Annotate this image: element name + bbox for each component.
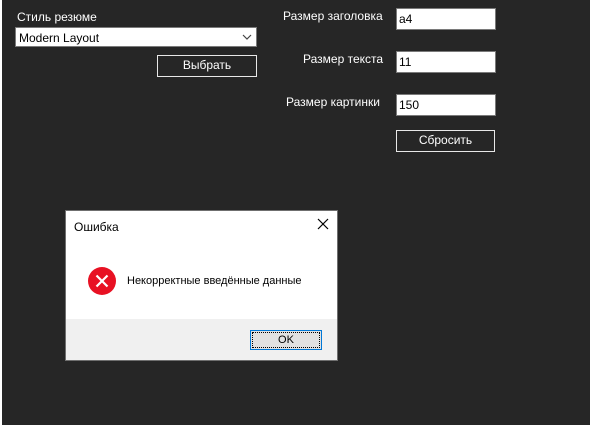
ok-button[interactable]: OK [250,330,322,350]
style-label: Стиль резюме [17,10,97,24]
choose-button[interactable]: Выбрать [157,55,257,77]
text-size-label: Размер текста [303,52,384,66]
style-dropdown-value: Modern Layout [19,31,100,45]
dialog-title: Ошибка [74,220,119,234]
image-size-input[interactable]: 150 [396,94,496,116]
error-icon [88,267,116,295]
app-window: Стиль резюме Modern Layout Выбрать Разме… [0,0,592,427]
text-size-input[interactable]: 11 [396,51,496,73]
reset-button[interactable]: Сбросить [396,130,495,152]
style-dropdown[interactable]: Modern Layout [15,27,257,47]
header-size-label: Размер заголовка [283,9,383,23]
error-message: Некорректные введённые данные [127,275,302,287]
close-icon[interactable] [317,218,329,230]
dialog-footer: OK [66,319,337,360]
chevron-down-icon [242,34,252,40]
image-size-label: Размер картинки [286,95,380,109]
header-size-input[interactable]: a4 [396,8,496,30]
error-dialog: Ошибка Некорректные введённые данные OK [65,210,338,361]
